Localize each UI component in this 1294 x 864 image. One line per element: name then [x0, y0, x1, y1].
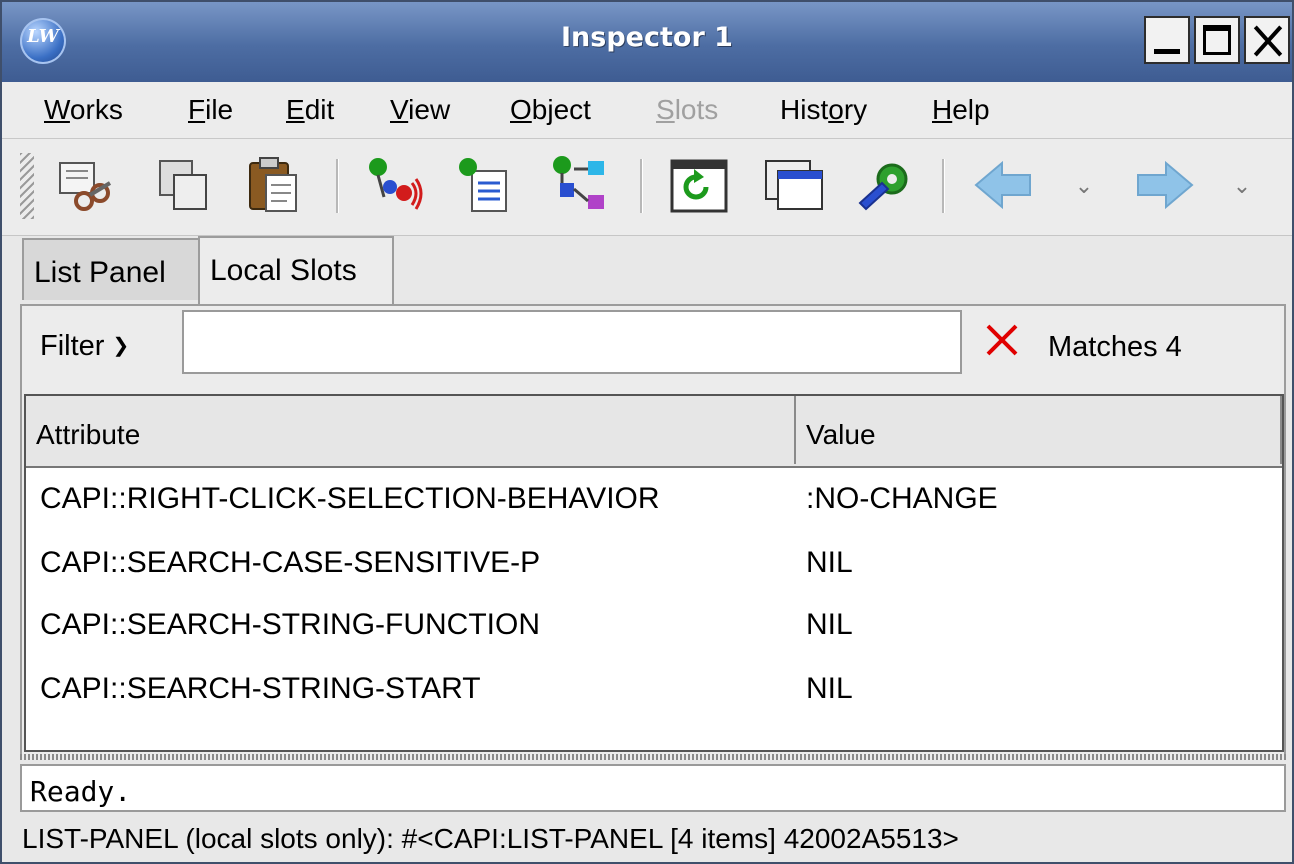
- slots-table: Attribute Value CAPI::RIGHT-CLICK-SELECT…: [24, 394, 1284, 752]
- chevron-down-icon: ❯: [112, 335, 130, 357]
- menu-file-label: ile: [205, 94, 234, 125]
- minimize-button[interactable]: [1144, 16, 1190, 64]
- filter-input[interactable]: [182, 310, 962, 374]
- cut-icon[interactable]: [54, 153, 118, 217]
- menu-history-mnemonic: o: [828, 94, 844, 125]
- table-row[interactable]: CAPI::SEARCH-STRING-START NIL: [26, 658, 1282, 720]
- forward-icon[interactable]: [1132, 153, 1196, 217]
- menu-works-label: orks: [69, 94, 123, 125]
- maximize-button[interactable]: [1194, 16, 1240, 64]
- menu-works-mnemonic: W: [44, 94, 70, 125]
- status-message: Ready.: [20, 764, 1286, 812]
- menu-file[interactable]: File: [188, 92, 233, 128]
- value-cell: NIL: [806, 672, 853, 705]
- menu-object-label: bject: [531, 94, 591, 125]
- copy-icon[interactable]: [152, 153, 216, 217]
- value-cell: NIL: [806, 608, 853, 641]
- back-icon[interactable]: [972, 153, 1036, 217]
- menu-file-mnemonic: F: [188, 94, 206, 125]
- window-title: Inspector 1: [561, 22, 733, 53]
- menu-object[interactable]: Object: [510, 92, 591, 128]
- refresh-icon[interactable]: [666, 153, 730, 217]
- browse-object-icon[interactable]: [362, 153, 426, 217]
- table-header: Attribute Value: [26, 396, 1282, 468]
- pane-divider[interactable]: [20, 754, 1286, 760]
- column-header-value[interactable]: Value: [796, 396, 1282, 464]
- menu-works[interactable]: Works: [44, 92, 123, 128]
- toolbar-separator: [640, 159, 643, 213]
- class-browser-icon[interactable]: [548, 153, 612, 217]
- menu-help[interactable]: Help: [932, 92, 990, 128]
- matches-count: Matches 4: [1048, 331, 1182, 363]
- menu-help-label: elp: [952, 94, 990, 125]
- table-row[interactable]: CAPI::SEARCH-STRING-FUNCTION NIL: [26, 594, 1282, 656]
- table-row[interactable]: CAPI::SEARCH-CASE-SENSITIVE-P NIL: [26, 532, 1282, 594]
- toolbar-separator: [942, 159, 945, 213]
- menu-object-mnemonic: O: [510, 94, 532, 125]
- attribute-cell: CAPI::SEARCH-STRING-START: [40, 672, 481, 705]
- menu-slots-mnemonic: S: [656, 94, 675, 125]
- filter-dropdown[interactable]: Filter ❯: [40, 324, 129, 371]
- attribute-cell: CAPI::SEARCH-CASE-SENSITIVE-P: [40, 546, 541, 579]
- toolbar: ⌄ ⌄: [2, 139, 1292, 236]
- filter-label: Filter: [40, 330, 105, 362]
- attribute-cell: CAPI::SEARCH-STRING-FUNCTION: [40, 608, 541, 641]
- column-header-attribute[interactable]: Attribute: [26, 396, 796, 464]
- menu-history-label-start: Hist: [780, 94, 829, 125]
- menu-help-mnemonic: H: [932, 94, 953, 125]
- paste-icon[interactable]: [242, 153, 306, 217]
- title-bar[interactable]: LW Inspector 1: [2, 2, 1292, 83]
- back-history-dropdown[interactable]: ⌄: [1072, 175, 1096, 199]
- menu-view-mnemonic: V: [390, 94, 409, 125]
- close-window-button[interactable]: [1244, 16, 1290, 64]
- status-footer: LIST-PANEL (local slots only): #<CAPI:LI…: [22, 823, 959, 854]
- value-cell: NIL: [806, 546, 853, 579]
- forward-history-dropdown[interactable]: ⌄: [1230, 175, 1254, 199]
- menu-history-label-end: ry: [843, 94, 868, 125]
- clear-filter-icon[interactable]: [982, 320, 1022, 360]
- menu-view-label: iew: [408, 94, 451, 125]
- toolbar-separator: [336, 159, 339, 213]
- menu-view[interactable]: View: [390, 92, 450, 128]
- toolbar-grip[interactable]: [20, 153, 34, 219]
- menu-slots[interactable]: Slots: [656, 92, 718, 128]
- menu-history[interactable]: History: [780, 92, 867, 128]
- tab-list-panel[interactable]: List Panel: [22, 238, 200, 300]
- menu-bar: Works File Edit View Object Slots Histor…: [2, 82, 1292, 139]
- attribute-cell: CAPI::RIGHT-CLICK-SELECTION-BEHAVIOR: [40, 482, 660, 515]
- menu-slots-label: lots: [674, 94, 719, 125]
- inspect-icon[interactable]: [454, 153, 518, 217]
- inspector-window: LW Inspector 1 Works File Edit View Obje…: [0, 0, 1294, 864]
- tools-icon[interactable]: [852, 153, 916, 217]
- tab-local-slots[interactable]: Local Slots: [198, 236, 394, 304]
- table-row[interactable]: CAPI::RIGHT-CLICK-SELECTION-BEHAVIOR :NO…: [26, 468, 1282, 530]
- value-cell: :NO-CHANGE: [806, 482, 998, 515]
- new-window-icon[interactable]: [762, 153, 826, 217]
- menu-edit-label: dit: [304, 94, 335, 125]
- menu-edit[interactable]: Edit: [286, 92, 334, 128]
- menu-edit-mnemonic: E: [286, 94, 305, 125]
